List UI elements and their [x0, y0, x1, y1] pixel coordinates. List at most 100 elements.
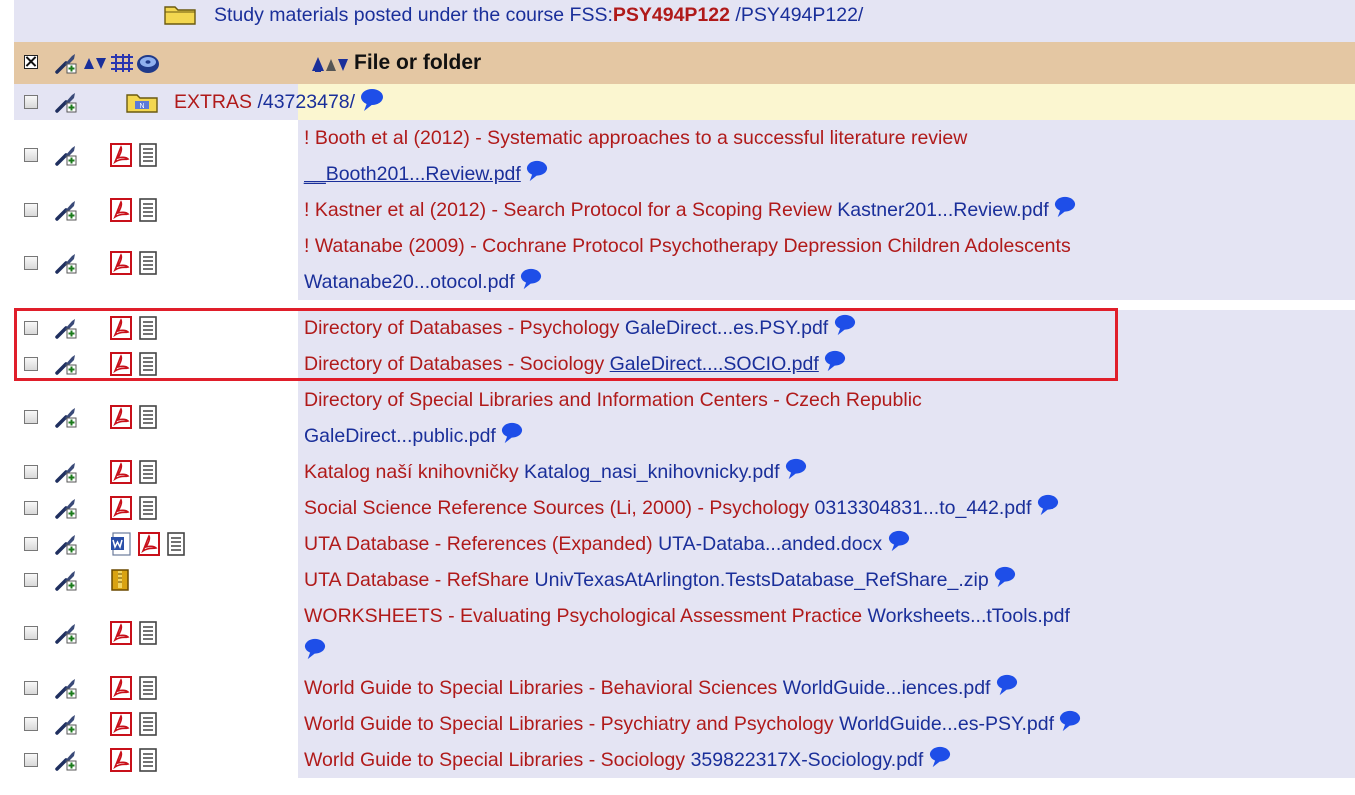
pdf-icon[interactable] — [110, 460, 132, 484]
folder-icon[interactable] — [126, 90, 158, 114]
pdf-icon[interactable] — [110, 405, 132, 429]
comment-icon[interactable] — [304, 638, 326, 660]
pdf-icon[interactable] — [110, 251, 132, 275]
file-link[interactable]: WorldGuide...iences.pdf — [783, 677, 991, 699]
row-checkbox[interactable] — [24, 753, 38, 767]
text-document-icon[interactable] — [166, 532, 186, 556]
comment-icon[interactable] — [824, 350, 846, 372]
select-all-checkbox[interactable] — [24, 55, 38, 69]
comment-icon[interactable] — [994, 566, 1016, 588]
pdf-icon[interactable] — [110, 352, 132, 376]
file-link[interactable]: UnivTexasAtArlington.TestsDatabase_RefSh… — [535, 569, 989, 591]
file-link[interactable]: GaleDirect....SOCIO.pdf — [610, 353, 819, 375]
text-document-icon[interactable] — [138, 316, 158, 340]
file-title[interactable]: Directory of Databases - Psychology — [304, 317, 619, 339]
file-title[interactable]: ! Booth et al (2012) - Systematic approa… — [304, 120, 1355, 156]
comment-icon[interactable] — [996, 674, 1018, 696]
pdf-icon[interactable] — [110, 621, 132, 645]
tools-icon[interactable] — [54, 532, 78, 556]
text-document-icon[interactable] — [138, 251, 158, 275]
archive-icon[interactable] — [110, 568, 130, 592]
tools-icon[interactable] — [54, 143, 78, 167]
file-title[interactable]: ! Watanabe (2009) - Cochrane Protocol Ps… — [304, 228, 1355, 264]
row-checkbox[interactable] — [24, 203, 38, 217]
file-link[interactable]: Kastner201...Review.pdf — [837, 199, 1048, 221]
comment-icon[interactable] — [520, 268, 542, 290]
text-document-icon[interactable] — [138, 676, 158, 700]
tools-icon[interactable] — [54, 51, 78, 75]
file-link[interactable]: Katalog_nasi_knihovnicky.pdf — [524, 461, 779, 483]
row-checkbox[interactable] — [24, 148, 38, 162]
comment-icon[interactable] — [888, 530, 910, 552]
file-title[interactable]: ! Kastner et al (2012) - Search Protocol… — [304, 199, 832, 221]
pdf-icon[interactable] — [138, 532, 160, 556]
course-path-link[interactable]: /PSY494P122/ — [735, 4, 863, 26]
tools-icon[interactable] — [54, 748, 78, 772]
row-checkbox[interactable] — [24, 410, 38, 424]
tools-icon[interactable] — [54, 352, 78, 376]
comment-icon[interactable] — [834, 314, 856, 336]
text-document-icon[interactable] — [138, 621, 158, 645]
tools-icon[interactable] — [54, 712, 78, 736]
disk-icon[interactable] — [136, 51, 160, 75]
folder-name-link[interactable]: EXTRAS — [174, 91, 252, 113]
comment-icon[interactable] — [785, 458, 807, 480]
comment-icon[interactable] — [360, 88, 384, 112]
pdf-icon[interactable] — [110, 198, 132, 222]
pdf-icon[interactable] — [110, 712, 132, 736]
row-checkbox[interactable] — [24, 256, 38, 270]
row-checkbox[interactable] — [24, 465, 38, 479]
comment-icon[interactable] — [526, 160, 548, 182]
name-sort-arrows-icon[interactable] — [310, 53, 350, 73]
row-checkbox[interactable] — [24, 321, 38, 335]
text-document-icon[interactable] — [138, 352, 158, 376]
file-title[interactable]: Katalog naší knihovničky — [304, 461, 519, 483]
file-title[interactable]: Directory of Databases - Sociology — [304, 353, 604, 375]
tools-icon[interactable] — [54, 316, 78, 340]
text-document-icon[interactable] — [138, 496, 158, 520]
text-document-icon[interactable] — [138, 748, 158, 772]
comment-icon[interactable] — [1054, 196, 1076, 218]
row-checkbox[interactable] — [24, 537, 38, 551]
tools-icon[interactable] — [54, 251, 78, 275]
file-link[interactable]: 359822317X-Sociology.pdf — [691, 749, 924, 771]
row-checkbox[interactable] — [24, 357, 38, 371]
text-document-icon[interactable] — [138, 712, 158, 736]
comment-icon[interactable] — [1059, 710, 1081, 732]
row-checkbox[interactable] — [24, 626, 38, 640]
tools-icon[interactable] — [54, 568, 78, 592]
tools-icon[interactable] — [54, 90, 78, 114]
file-link[interactable]: WorldGuide...es-PSY.pdf — [839, 713, 1054, 735]
pdf-icon[interactable] — [110, 143, 132, 167]
pdf-icon[interactable] — [110, 316, 132, 340]
text-document-icon[interactable] — [138, 198, 158, 222]
file-link[interactable]: GaleDirect...es.PSY.pdf — [625, 317, 828, 339]
text-document-icon[interactable] — [138, 405, 158, 429]
file-title[interactable]: Social Science Reference Sources (Li, 20… — [304, 497, 809, 519]
tools-icon[interactable] — [54, 198, 78, 222]
file-link[interactable]: __Booth201...Review.pdf — [304, 163, 521, 185]
row-checkbox[interactable] — [24, 501, 38, 515]
row-checkbox[interactable] — [24, 681, 38, 695]
comment-icon[interactable] — [501, 422, 523, 444]
tools-icon[interactable] — [54, 405, 78, 429]
file-title[interactable]: World Guide to Special Libraries - Socio… — [304, 749, 685, 771]
row-checkbox[interactable] — [24, 717, 38, 731]
tools-icon[interactable] — [54, 460, 78, 484]
sort-arrows-icon[interactable] — [83, 55, 107, 71]
tools-icon[interactable] — [54, 496, 78, 520]
file-link[interactable]: UTA-Databa...anded.docx — [658, 533, 882, 555]
file-title[interactable]: Directory of Special Libraries and Infor… — [304, 382, 1355, 418]
text-document-icon[interactable] — [138, 460, 158, 484]
folder-path-link[interactable]: /43723478/ — [257, 91, 355, 113]
comment-icon[interactable] — [929, 746, 951, 768]
word-icon[interactable] — [110, 532, 132, 556]
file-link[interactable]: 0313304831...to_442.pdf — [815, 497, 1032, 519]
pdf-icon[interactable] — [110, 496, 132, 520]
file-link[interactable]: GaleDirect...public.pdf — [304, 425, 496, 447]
text-document-icon[interactable] — [138, 143, 158, 167]
row-checkbox[interactable] — [24, 95, 38, 109]
comment-icon[interactable] — [1037, 494, 1059, 516]
file-title[interactable]: WORKSHEETS - Evaluating Psychological As… — [304, 605, 862, 627]
file-title[interactable]: UTA Database - References (Expanded) — [304, 533, 653, 555]
